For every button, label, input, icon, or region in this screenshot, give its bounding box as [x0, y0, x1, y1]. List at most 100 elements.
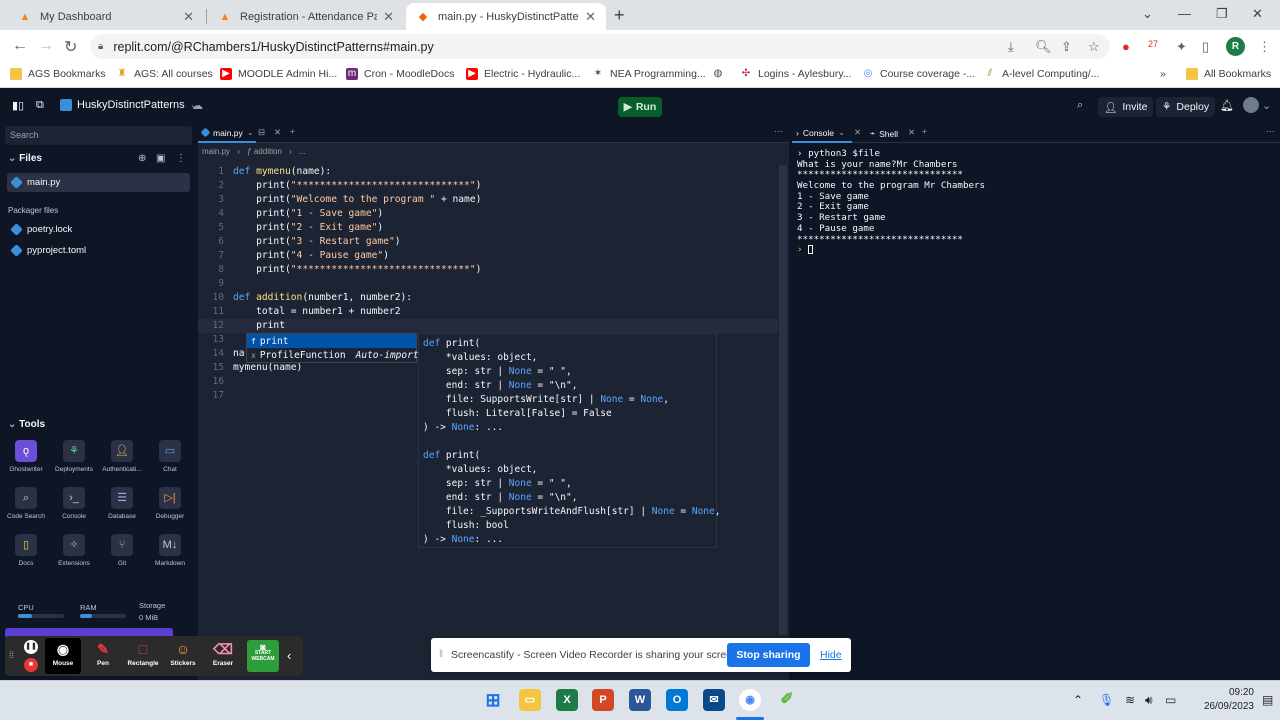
system-clock[interactable]: 09:20 26/09/2023: [1184, 686, 1254, 714]
more-bookmarks-icon[interactable]: »: [1160, 68, 1166, 80]
chrome-icon[interactable]: ◉: [739, 689, 761, 711]
code-line[interactable]: 1 def mymenu(name):: [198, 165, 778, 179]
tab-main-py[interactable]: main.py ⌄: [198, 124, 256, 143]
drag-handle-icon[interactable]: ⁞⁞: [9, 650, 14, 660]
tool-authentication[interactable]: 👤︎ Authenticati...: [98, 440, 146, 473]
tool-deployments[interactable]: ⚘ Deployments: [50, 440, 98, 473]
tool-debugger[interactable]: ▷| Debugger: [146, 487, 194, 520]
chevron-down-icon[interactable]: ⌄: [1262, 99, 1271, 112]
tool-eraser[interactable]: ⌫ Eraser: [205, 638, 241, 667]
breadcrumb-more[interactable]: ...: [299, 147, 306, 156]
word-icon[interactable]: W: [629, 689, 651, 711]
wifi-icon[interactable]: ≋: [1125, 693, 1135, 707]
collapse-icon[interactable]: ‹: [287, 648, 291, 663]
tool-ghostwriter[interactable]: ǫ Ghostwriter: [2, 440, 50, 473]
split-icon[interactable]: ⊟: [258, 127, 265, 138]
code-line[interactable]: 10 def addition(number1, number2):: [198, 291, 778, 305]
bookmark-item[interactable]: ▶ Electric - Hydraulic...: [466, 68, 580, 80]
powerpoint-icon[interactable]: P: [592, 689, 614, 711]
console-prompt[interactable]: ›: [792, 244, 1280, 256]
close-icon[interactable]: ✕: [183, 9, 194, 25]
chevron-down-icon[interactable]: ⌄: [1142, 6, 1153, 22]
add-tab-icon[interactable]: +: [922, 126, 927, 136]
user-avatar[interactable]: [1243, 97, 1259, 113]
bookmark-item[interactable]: ◍: [712, 68, 730, 80]
code-line[interactable]: 6 print("3 - Restart game"): [198, 235, 778, 249]
microphone-icon[interactable]: 🎙︎: [1099, 693, 1114, 707]
more-options-icon[interactable]: ⋯: [774, 126, 783, 137]
hide-link[interactable]: Hide: [820, 649, 842, 661]
tool-git[interactable]: ⑂ Git: [98, 534, 146, 567]
add-tab-icon[interactable]: +: [290, 126, 295, 136]
bell-icon[interactable]: 🔔︎: [1220, 99, 1234, 112]
extension-icon[interactable]: ●: [1122, 39, 1130, 54]
tool-code-search[interactable]: ⌕ Code Search: [2, 487, 50, 520]
notification-icon[interactable]: ▤: [1262, 693, 1273, 707]
search-icon[interactable]: ⌕: [1077, 99, 1083, 112]
run-button[interactable]: ▶ Run: [618, 97, 662, 117]
windows-start-icon[interactable]: ⊞: [482, 689, 504, 711]
excel-icon[interactable]: X: [556, 689, 578, 711]
files-header[interactable]: ⌄ Files: [8, 153, 42, 164]
browser-tab[interactable]: ▲ My Dashboard ✕: [8, 3, 204, 30]
close-icon[interactable]: ✕: [274, 127, 281, 138]
repl-name-button[interactable]: HuskyDistinctPatterns ⌄: [60, 98, 199, 111]
kebab-menu-icon[interactable]: ⋮: [176, 153, 186, 164]
puzzle-icon[interactable]: ✦: [1176, 39, 1187, 55]
outlook-icon[interactable]: O: [666, 689, 688, 711]
deploy-button[interactable]: ⚘ Deploy: [1156, 97, 1216, 117]
tools-header[interactable]: ⌄ Tools: [8, 419, 45, 430]
tool-console[interactable]: ›_ Console: [50, 487, 98, 520]
tool-stickers[interactable]: ☺ Stickers: [165, 638, 201, 667]
pause-icon[interactable]: ❚❚: [24, 640, 38, 654]
new-tab-button[interactable]: +: [614, 5, 625, 26]
bookmark-star-icon[interactable]: ☆: [1088, 39, 1100, 55]
sidebar-toggle-icon[interactable]: ▮▯: [12, 99, 24, 112]
code-line[interactable]: 8 print("******************************"…: [198, 263, 778, 277]
pen-app-icon[interactable]: ✐: [776, 689, 798, 711]
bookmark-item[interactable]: ✣ Logins - Aylesbury...: [740, 68, 852, 80]
bookmark-item[interactable]: ◎ Course coverage -...: [862, 68, 976, 80]
chevron-up-icon[interactable]: ⌃: [1073, 693, 1083, 707]
bookmark-item[interactable]: m Cron - MoodleDocs: [346, 68, 454, 80]
tool-rectangle[interactable]: □ Rectangle: [125, 638, 161, 667]
side-panel-icon[interactable]: ▯: [1202, 39, 1209, 55]
speaker-icon[interactable]: 🔊︎: [1145, 693, 1153, 708]
tool-database[interactable]: ☰ Database: [98, 487, 146, 520]
sidebar-search-input[interactable]: Search: [5, 126, 192, 145]
tool-markdown[interactable]: M↓ Markdown: [146, 534, 194, 567]
file-item-pyproject-toml[interactable]: pyproject.toml: [7, 241, 190, 260]
drag-handle-icon[interactable]: ‖: [439, 649, 443, 660]
file-item-main-py[interactable]: main.py: [7, 173, 190, 192]
code-line[interactable]: 3 print("Welcome to the program " + name…: [198, 193, 778, 207]
code-line[interactable]: 2 print("******************************"…: [198, 179, 778, 193]
new-folder-icon[interactable]: ▣: [156, 153, 165, 164]
bookmark-item[interactable]: AGS Bookmarks: [10, 68, 106, 80]
minimize-icon[interactable]: —: [1178, 6, 1191, 21]
breadcrumb-symbol[interactable]: addition: [254, 147, 282, 156]
invite-button[interactable]: 👤︎ Invite: [1098, 97, 1154, 117]
code-line[interactable]: 4 print("1 - Save game"): [198, 207, 778, 221]
new-file-icon[interactable]: ⊕: [138, 153, 146, 164]
close-window-icon[interactable]: ✕: [1252, 6, 1263, 22]
all-bookmarks[interactable]: All Bookmarks: [1186, 68, 1271, 80]
tool-mouse[interactable]: ◉ Mouse: [45, 638, 81, 674]
start-webcam-button[interactable]: ◙ START WEBCAM: [247, 640, 279, 672]
tool-pen[interactable]: ✎ Pen: [85, 638, 121, 667]
code-line[interactable]: 7 print("4 - Pause game"): [198, 249, 778, 263]
stop-sharing-button[interactable]: Stop sharing: [727, 643, 810, 667]
profile-avatar[interactable]: R: [1226, 37, 1245, 56]
autocomplete-item[interactable]: x ProfileFunction Auto-import: [247, 348, 419, 362]
zoom-icon[interactable]: 🔍︎: [1035, 39, 1052, 55]
browser-tab-active[interactable]: ◆ main.py - HuskyDistinctPatterns ✕: [406, 3, 606, 30]
bookmark-item[interactable]: ♜ AGS: All courses: [116, 68, 213, 80]
share-icon[interactable]: ⇪: [1061, 39, 1072, 55]
bookmark-item[interactable]: ✶ NEA Programming...: [592, 68, 706, 80]
tab-shell[interactable]: ⌁ Shell: [870, 124, 898, 143]
code-line[interactable]: 11 total = number1 + number2: [198, 305, 778, 319]
file-item-poetry-lock[interactable]: poetry.lock: [7, 220, 190, 239]
calendar-extension-icon[interactable]: 27: [1148, 39, 1158, 49]
reload-icon[interactable]: ↻: [64, 37, 77, 57]
breadcrumb-file[interactable]: main.py: [202, 147, 230, 156]
more-options-icon[interactable]: ⋯: [1266, 126, 1275, 137]
